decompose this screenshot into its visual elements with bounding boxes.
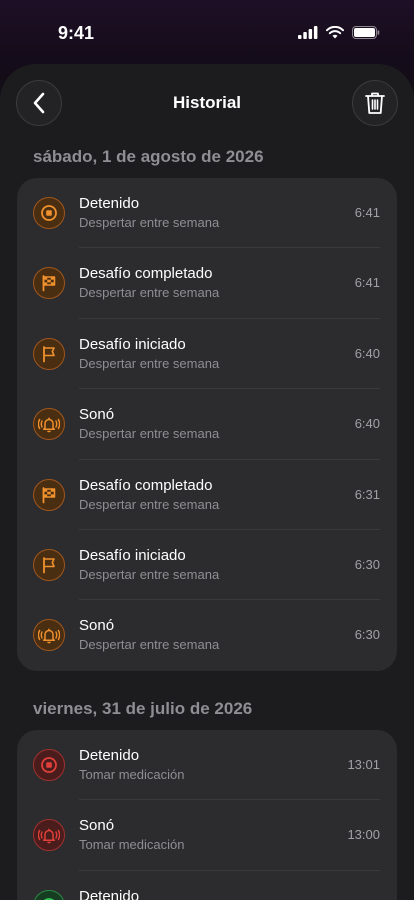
wifi-icon: [326, 26, 344, 39]
bell-ringing-icon: [33, 819, 65, 852]
event-title: Sonó: [79, 617, 115, 635]
event-time: 6:40: [354, 345, 380, 361]
status-icons: [298, 26, 380, 39]
trash-icon: [365, 92, 385, 114]
event-time: 6:40: [354, 416, 380, 432]
stop-icon: [33, 889, 65, 900]
cellular-signal-icon: [298, 26, 318, 39]
event-title: Sonó: [79, 406, 115, 424]
flag-icon: [33, 548, 65, 581]
alarm-name: Despertar entre semana: [79, 285, 220, 301]
checkered-flag-icon: [33, 267, 65, 300]
event-time: 13:01: [347, 757, 380, 772]
alarm-name: Despertar entre semana: [79, 496, 220, 512]
alarm-name: Despertar entre semana: [79, 215, 220, 230]
alarm-name: Despertar entre semana: [79, 426, 220, 442]
page-title: Historial: [172, 93, 242, 112]
history-event-row[interactable]: Detenido Tomar medicación 13:01: [17, 730, 397, 801]
stop-icon: [33, 197, 65, 229]
history-sheet: Historial sábado, 1 de agosto de 2026 De…: [0, 64, 414, 900]
events-card: Detenido Tomar medicación 13:01 Sonó Tom…: [17, 730, 397, 900]
event-time: 13:00: [347, 827, 380, 843]
event-title: Detenido: [79, 887, 140, 900]
alarm-name: Tomar medicación: [79, 837, 185, 853]
event-time: 6:41: [354, 205, 380, 220]
event-title: Desafío iniciado: [79, 335, 186, 353]
flag-icon: [33, 337, 65, 370]
event-time: 6:30: [354, 627, 380, 643]
history-event-row[interactable]: Detenido Despertar entre semana 6:41: [17, 178, 397, 249]
alarm-name: Despertar entre semana: [79, 637, 220, 653]
event-title: Desafío iniciado: [79, 546, 186, 564]
battery-icon: [352, 26, 380, 39]
status-bar: 9:41: [0, 0, 414, 64]
bell-ringing-icon: [33, 408, 65, 441]
event-time: 6:41: [354, 275, 380, 291]
history-event-row[interactable]: Detenido: [17, 871, 397, 900]
event-title: Detenido: [79, 195, 140, 212]
history-event-row[interactable]: Sonó Despertar entre semana 6:30: [17, 600, 397, 670]
history-event-row[interactable]: Sonó Tomar medicación 13:00: [17, 800, 397, 871]
event-title: Desafío completado: [79, 476, 213, 494]
event-title: Detenido: [79, 747, 140, 764]
bell-ringing-icon: [33, 619, 65, 652]
history-event-row[interactable]: Desafío completado Despertar entre seman…: [17, 460, 397, 530]
section-date-header: viernes, 31 de julio de 2026: [33, 699, 253, 718]
stop-icon: [33, 749, 65, 781]
events-card: Detenido Despertar entre semana 6:41 Des…: [17, 178, 397, 671]
history-event-row[interactable]: Desafío iniciado Despertar entre semana …: [17, 530, 397, 601]
event-title: Sonó: [79, 817, 115, 835]
alarm-name: Despertar entre semana: [79, 355, 220, 371]
navigation-bar: Historial: [16, 80, 398, 128]
delete-history-button[interactable]: [352, 80, 398, 126]
history-event-row[interactable]: Desafío iniciado Despertar entre semana …: [17, 319, 397, 390]
history-event-row[interactable]: Sonó Despertar entre semana 6:40: [17, 389, 397, 460]
alarm-name: Tomar medicación: [79, 767, 185, 782]
event-time: 6:30: [354, 556, 380, 572]
history-event-row[interactable]: Desafío completado Despertar entre seman…: [17, 248, 397, 319]
alarm-name: Despertar entre semana: [79, 566, 220, 582]
section-date-header: sábado, 1 de agosto de 2026: [33, 147, 264, 166]
event-time: 6:31: [354, 486, 380, 502]
checkered-flag-icon: [33, 478, 65, 511]
status-time: 9:41: [58, 23, 95, 43]
event-title: Desafío completado: [79, 265, 213, 283]
